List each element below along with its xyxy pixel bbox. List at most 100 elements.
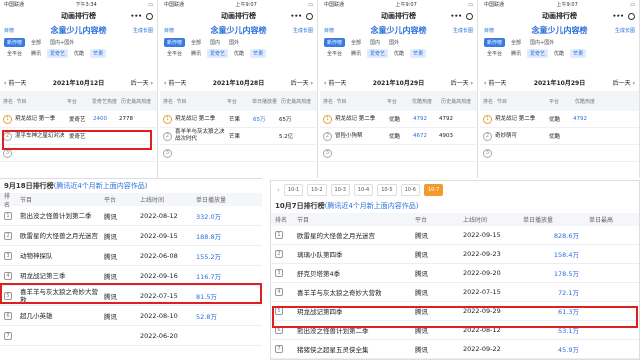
table-row[interactable]: 7 2022-06-20 [0,326,262,346]
table-row[interactable]: 1 玥龙战记 第一季 爱奇艺 2400 2778 [0,111,157,128]
next-day-button[interactable]: 后一天 › [131,78,153,87]
tab-date[interactable]: 10-3 [330,184,350,196]
chip-filter[interactable]: 国外 [386,38,402,47]
chip-filter[interactable]: 新作榜 [484,38,506,47]
next-day-label: 后一天 [130,79,149,87]
chip-filter[interactable]: 新作榜 [324,38,346,47]
platform-filter-row: 全平台 腾讯 爱奇艺 优酷 芒果 [480,48,639,59]
chip-platform[interactable]: 全平台 [4,49,25,58]
table-row[interactable]: 1 玥龙战记 第二季 优酷 4792 [480,111,639,128]
col-program: 节目 [297,217,310,224]
table-row[interactable]: 1 欧雷星的大怪兽之月光迷宫 腾讯 2022-09-15 828.6万 [271,226,639,245]
generate-image-button[interactable]: 生成长图 [293,27,313,34]
chip-platform[interactable]: 爱奇艺 [527,49,549,58]
chip-platform[interactable]: 优酷 [231,49,247,58]
chip-filter[interactable]: 全部 [348,38,364,47]
platform: 腾讯 [415,251,428,259]
chip-platform[interactable]: 芒果 [410,49,427,58]
next-day-button[interactable]: 后一天 › [291,78,313,87]
close-circle-icon[interactable] [306,12,313,20]
table-row[interactable]: 3 动物神探队 腾讯 2022-06-08 155.2万 [0,246,262,266]
chip-platform[interactable]: 芒果 [90,49,107,58]
prev-day-button[interactable]: ‹ 前一天 [484,78,506,87]
chip-platform[interactable]: 芒果 [570,49,587,58]
tab-date[interactable]: 10-4 [353,184,374,196]
table-row[interactable]: 2 奇妙萌可 优酷 [480,128,639,145]
chip-filter[interactable]: 新作榜 [4,38,26,47]
close-circle-icon[interactable] [628,12,635,20]
left-title-text: 9月18日排行榜 [4,182,54,190]
table-row[interactable]: 7 猪猪侠之超星五灵侠全集 腾讯 2022-09-22 45.9万 [271,340,639,359]
tab-date[interactable]: 10-2 [307,184,327,196]
table-header-cell: 历史最高热度 [441,98,472,105]
chip-platform[interactable]: 芒果 [250,49,267,58]
chip-platform[interactable]: 爱奇艺 [47,49,69,58]
chip-filter[interactable]: 全部 [188,38,204,47]
table-row[interactable]: 3 [480,145,639,162]
chip-filter[interactable]: 国内 [367,38,383,47]
table-row[interactable]: 2 冒险小狗帮 优酷 4672 4903 [320,128,477,145]
more-icon[interactable]: ••• [450,13,462,20]
daily-plays: 116.7万 [196,272,222,281]
more-icon[interactable]: ••• [130,13,142,20]
table-row[interactable]: 6 超几小英雄 腾讯 2022-08-10 52.8万 [0,306,262,326]
chip-filter[interactable]: 国外 [226,38,242,47]
more-icon[interactable]: ••• [612,13,624,20]
table-row[interactable]: 3 [160,145,317,162]
daily-plays: 155.2万 [196,252,222,261]
col-daily-plays[interactable]: 单日播放量 [196,195,256,204]
table-row[interactable]: 1 玥龙战记 第二季 芒果 65万 65万 [160,111,317,128]
chip-platform[interactable]: 全平台 [484,49,505,58]
chip-platform[interactable]: 优酷 [551,49,567,58]
tab-date[interactable]: 10-5 [377,184,397,196]
table-row[interactable]: 3 [320,145,477,162]
chip-filter[interactable]: 国内 [207,38,223,47]
prev-day-button[interactable]: ‹ 前一天 [324,78,346,87]
tab-date[interactable]: 10-6 [400,184,420,196]
tab-date[interactable]: 10-1 [283,184,304,196]
chip-filter[interactable]: 全部 [508,38,524,47]
next-day-button[interactable]: 后一天 › [451,78,473,87]
generate-image-button[interactable]: 生成长图 [133,27,153,34]
chip-filter[interactable]: 国内+国外 [47,38,77,47]
chip-platform[interactable]: 爱奇艺 [207,49,229,58]
page-header: 目榜 念童少儿内容榜 生成长图 [0,23,157,37]
table-row[interactable]: 1 熊出没之怪兽计划第二季 腾讯 2022-08-12 332.0万 [0,206,262,226]
table-row[interactable]: 2 璃璃小队第四季 腾讯 2022-09-23 158.4万 [271,245,639,264]
next-day-button[interactable]: 后一天 › [613,78,635,87]
tab-date[interactable]: 10-7 [423,184,444,196]
chip-platform[interactable]: 爱奇艺 [367,49,389,58]
release-date: 2022-07-15 [463,288,501,296]
clock: 下午3:34 [75,2,97,8]
table-header: 排名 节目 平台 优酷热度 [480,91,639,111]
chip-platform[interactable]: 腾讯 [348,49,364,58]
chip-platform[interactable]: 腾讯 [28,49,44,58]
close-circle-icon[interactable] [146,12,153,20]
col-platform: 平台 [104,197,117,204]
chip-platform[interactable]: 全平台 [324,49,345,58]
tab-prev-icon[interactable]: ‹ [277,186,280,194]
table-row[interactable]: 3 舒克贝塔第4季 腾讯 2022-09-20 178.5万 [271,264,639,283]
chip-platform[interactable]: 优酷 [391,49,407,58]
chip-platform[interactable]: 腾讯 [508,49,524,58]
prev-day-button[interactable]: ‹ 前一天 [4,78,26,87]
rank-badge: 3 [483,148,492,158]
generate-image-button[interactable]: 生成长图 [453,27,473,34]
program-name: 冒险小狗帮 [335,132,363,139]
col-daily-plays[interactable]: 单日播放量 [523,215,589,224]
table-row[interactable]: 2 欧雷星的大怪兽之月光迷宫 腾讯 2022-09-15 188.8万 [0,226,262,246]
chip-filter[interactable]: 全部 [28,38,44,47]
table-row[interactable]: 1 玥龙战记 第二季 优酷 4792 4792 [320,111,477,128]
chip-platform[interactable]: 腾讯 [188,49,204,58]
chip-platform[interactable]: 优酷 [71,49,87,58]
close-circle-icon[interactable] [466,12,473,20]
rank-box: 4 [271,288,287,296]
chip-filter[interactable]: 国内+国外 [527,38,557,47]
more-icon[interactable]: ••• [290,13,302,20]
generate-image-button[interactable]: 生成长图 [615,27,635,34]
table-row[interactable]: 4 喜羊羊与灰太狼之奇妙大营救 腾讯 2022-07-15 72.1万 [271,283,639,302]
chip-platform[interactable]: 全平台 [164,49,185,58]
chip-filter[interactable]: 新作榜 [164,38,186,47]
prev-day-button[interactable]: ‹ 前一天 [164,78,186,87]
table-row[interactable]: 2 喜羊羊与灰太狼之决战次时代 芒果 5.2亿 [160,128,317,145]
